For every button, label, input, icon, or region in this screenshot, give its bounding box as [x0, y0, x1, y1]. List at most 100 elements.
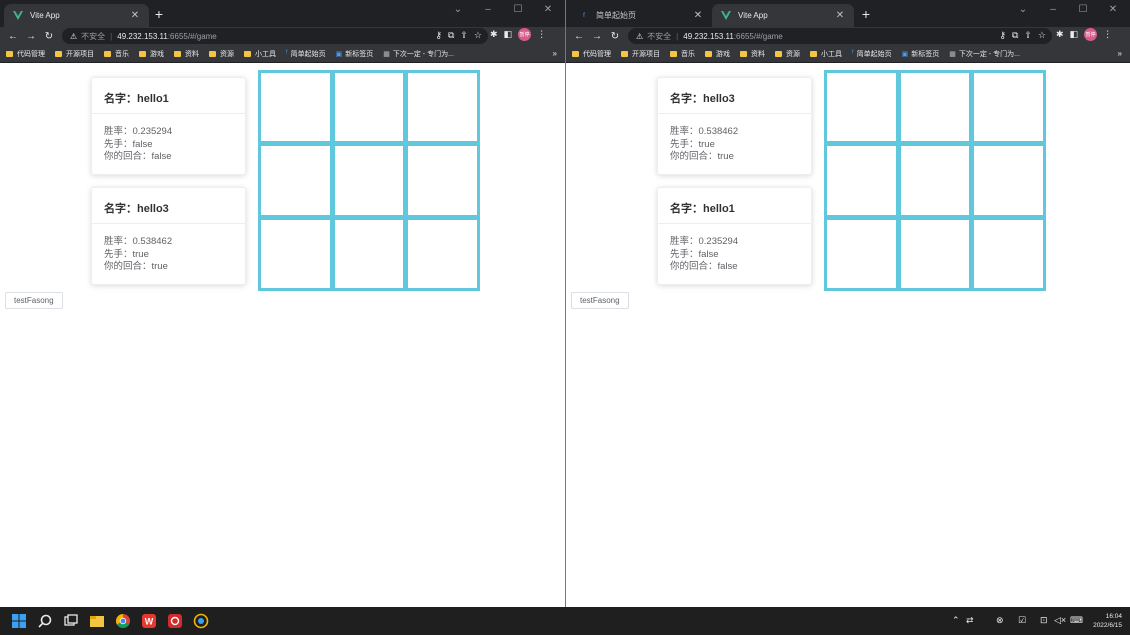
page-content: 名字：hello3 胜率：0.538462 先手：true 你的回合：true …: [566, 64, 1130, 607]
chrome-icon[interactable]: [115, 613, 131, 629]
bookmark-item[interactable]: 音乐: [670, 49, 695, 59]
bookmark-item[interactable]: 代码管理: [6, 49, 45, 59]
board-cell[interactable]: [827, 73, 896, 142]
tab-close-icon[interactable]: ✕: [834, 10, 846, 21]
star-icon[interactable]: ☆: [474, 30, 482, 41]
new-tab-button[interactable]: +: [152, 6, 166, 22]
board-cell[interactable]: [408, 146, 477, 215]
menu-icon[interactable]: ⋮: [537, 29, 546, 40]
board-cell[interactable]: [334, 146, 404, 215]
task-view-icon[interactable]: [63, 613, 79, 629]
address-bar[interactable]: ⚠ 不安全 | 49.232.153.11 :6655/#/game ⚷ ⧉ ⇪…: [62, 28, 488, 44]
chevron-down-icon[interactable]: ⌄: [1008, 3, 1038, 17]
bookmark-item[interactable]: ▦ 下次一定 - 专门为...: [949, 49, 1020, 59]
side-panel-icon[interactable]: ◧: [504, 29, 513, 40]
bookmarks-overflow-icon[interactable]: »: [553, 49, 557, 58]
display-icon[interactable]: ⊡: [1040, 615, 1048, 626]
board-cell[interactable]: [827, 146, 896, 215]
close-window-icon[interactable]: ✕: [533, 3, 563, 17]
key-icon[interactable]: ⚷: [435, 30, 442, 41]
input-method-icon[interactable]: ⌨: [1070, 615, 1083, 626]
close-window-icon[interactable]: ✕: [1098, 3, 1128, 17]
bookmark-item[interactable]: 音乐: [104, 49, 129, 59]
board-cell[interactable]: [900, 146, 970, 215]
tab-vite-app[interactable]: Vite App ✕: [4, 4, 149, 27]
bookmark-item[interactable]: 小工具: [244, 49, 276, 59]
forward-icon[interactable]: →: [22, 31, 40, 42]
avatar[interactable]: 暂停: [518, 28, 532, 41]
tray-chevron-icon[interactable]: ⌃: [952, 615, 960, 626]
side-panel-icon[interactable]: ◧: [1070, 29, 1079, 40]
board-cell[interactable]: [261, 146, 330, 215]
share-icon[interactable]: ⇪: [460, 30, 468, 41]
maximize-icon[interactable]: ☐: [1068, 3, 1098, 17]
minimize-icon[interactable]: –: [1038, 3, 1068, 17]
bookmark-item[interactable]: 开源项目: [621, 49, 660, 59]
player-winrate: 胜率：0.538462: [670, 126, 739, 137]
board-cell[interactable]: [261, 219, 330, 288]
board-cell[interactable]: [900, 73, 970, 142]
test-fasong-button[interactable]: testFasong: [571, 292, 629, 309]
file-explorer-icon[interactable]: [89, 613, 105, 629]
new-tab-button[interactable]: +: [859, 6, 873, 22]
netease-music-icon[interactable]: [167, 613, 183, 629]
back-icon[interactable]: ←: [570, 31, 588, 42]
translate-icon[interactable]: ⧉: [448, 30, 454, 41]
bookmark-item[interactable]: 资料: [740, 49, 765, 59]
extensions-icon[interactable]: ✱: [1056, 29, 1064, 40]
windows-start-icon[interactable]: [11, 613, 27, 629]
reload-icon[interactable]: ↻: [40, 31, 58, 42]
bookmark-item[interactable]: ᶠ 简单起始页: [852, 49, 892, 59]
board-cell[interactable]: [974, 219, 1043, 288]
key-icon[interactable]: ⚷: [999, 30, 1006, 41]
bookmark-item[interactable]: 游戏: [139, 49, 164, 59]
minimize-icon[interactable]: –: [473, 3, 503, 17]
tray-check-icon[interactable]: ☑: [1018, 615, 1026, 626]
tray-app-icon[interactable]: ⊗: [996, 615, 1004, 626]
bookmark-item[interactable]: 资料: [174, 49, 199, 59]
board-cell[interactable]: [408, 219, 477, 288]
bookmark-item[interactable]: 代码管理: [572, 49, 611, 59]
reload-icon[interactable]: ↻: [606, 31, 624, 42]
system-clock[interactable]: 16:04 2022/6/15: [1093, 612, 1122, 630]
bookmark-item[interactable]: ▣ 新标签页: [336, 49, 374, 59]
bookmark-item[interactable]: 资源: [775, 49, 800, 59]
maximize-icon[interactable]: ☐: [503, 3, 533, 17]
bookmark-item[interactable]: ▣ 新标签页: [902, 49, 940, 59]
tab-vite-app[interactable]: Vite App ✕: [712, 4, 854, 27]
bookmark-item[interactable]: 资源: [209, 49, 234, 59]
tab-start-page[interactable]: ᶠ 简单起始页 ✕: [570, 4, 712, 27]
board-cell[interactable]: [900, 219, 970, 288]
tab-close-icon[interactable]: ✕: [129, 10, 141, 21]
search-icon[interactable]: [37, 613, 53, 629]
browser-icon[interactable]: [193, 613, 209, 629]
star-icon[interactable]: ☆: [1038, 30, 1046, 41]
chevron-down-icon[interactable]: ⌄: [443, 3, 473, 17]
translate-icon[interactable]: ⧉: [1012, 30, 1018, 41]
address-bar[interactable]: ⚠ 不安全 | 49.232.153.11 :6655/#/game ⚷ ⧉ ⇪…: [628, 28, 1052, 44]
bookmark-item[interactable]: ᶠ 简单起始页: [286, 49, 326, 59]
bookmark-item[interactable]: 小工具: [810, 49, 842, 59]
tab-close-icon[interactable]: ✕: [692, 10, 704, 21]
board-cell[interactable]: [974, 146, 1043, 215]
test-fasong-button[interactable]: testFasong: [5, 292, 63, 309]
bookmarks-overflow-icon[interactable]: »: [1118, 49, 1122, 58]
forward-icon[interactable]: →: [588, 31, 606, 42]
bookmark-item[interactable]: ▦ 下次一定 - 专门为...: [383, 49, 454, 59]
board-cell[interactable]: [974, 73, 1043, 142]
board-cell[interactable]: [334, 219, 404, 288]
board-cell[interactable]: [408, 73, 477, 142]
volume-icon[interactable]: ◁×: [1054, 615, 1066, 626]
extensions-icon[interactable]: ✱: [490, 29, 498, 40]
network-switch-icon[interactable]: ⇄: [966, 615, 974, 626]
back-icon[interactable]: ←: [4, 31, 22, 42]
wps-icon[interactable]: W: [141, 613, 157, 629]
avatar[interactable]: 暂停: [1084, 28, 1098, 41]
board-cell[interactable]: [827, 219, 896, 288]
board-cell[interactable]: [334, 73, 404, 142]
bookmark-item[interactable]: 开源项目: [55, 49, 94, 59]
menu-icon[interactable]: ⋮: [1103, 29, 1112, 40]
share-icon[interactable]: ⇪: [1024, 30, 1032, 41]
board-cell[interactable]: [261, 73, 330, 142]
bookmark-item[interactable]: 游戏: [705, 49, 730, 59]
